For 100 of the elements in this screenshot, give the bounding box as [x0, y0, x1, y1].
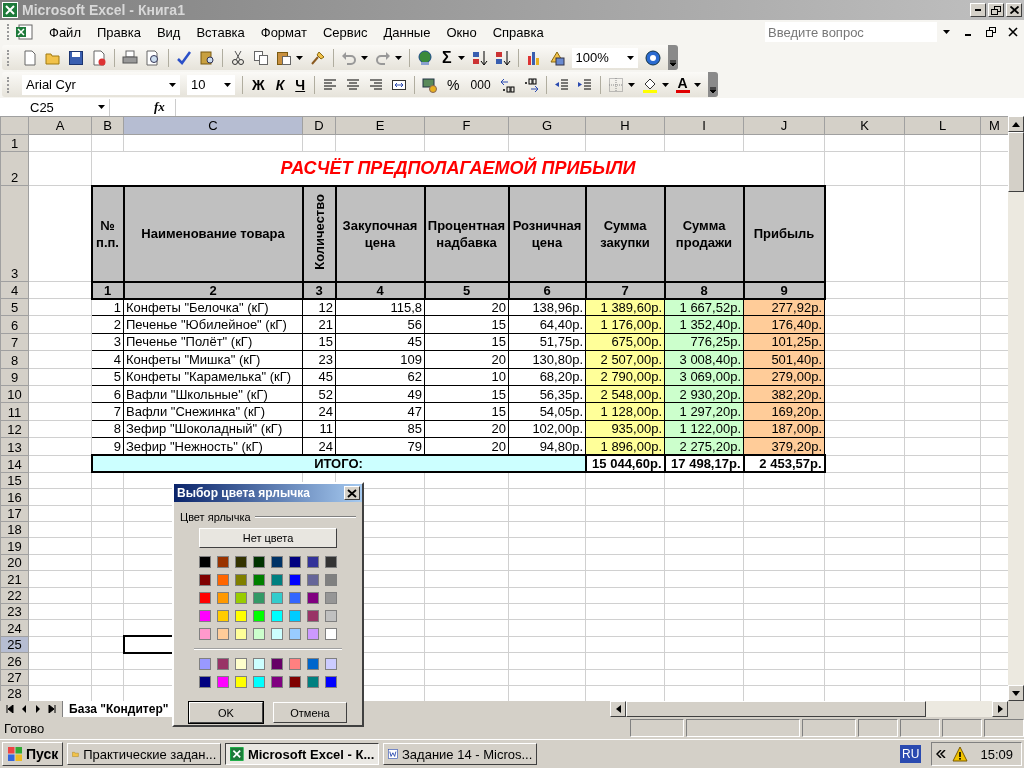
- color-swatch[interactable]: [307, 556, 319, 568]
- color-swatch[interactable]: [325, 592, 337, 604]
- color-swatch[interactable]: [307, 610, 319, 622]
- column-header[interactable]: E: [335, 116, 425, 135]
- menu-item[interactable]: Формат: [252, 24, 315, 40]
- color-swatch[interactable]: [199, 592, 211, 604]
- font-field[interactable]: Arial Cyr: [22, 74, 180, 95]
- caret-icon[interactable]: [361, 55, 368, 60]
- print-preview-icon[interactable]: [145, 49, 161, 66]
- color-swatch[interactable]: [307, 676, 319, 688]
- color-swatch[interactable]: [235, 592, 247, 604]
- close-button[interactable]: [1006, 3, 1022, 17]
- caret-icon[interactable]: [627, 82, 635, 87]
- color-swatch[interactable]: [199, 658, 211, 670]
- column-header[interactable]: F: [424, 116, 509, 135]
- help-search-field[interactable]: Введите вопрос: [765, 22, 937, 42]
- color-swatch[interactable]: [217, 556, 229, 568]
- horizontal-scrollbar[interactable]: [610, 701, 1008, 717]
- color-swatch[interactable]: [235, 556, 247, 568]
- ok-button[interactable]: OK: [189, 702, 263, 723]
- format-painter-icon[interactable]: [310, 49, 326, 66]
- color-swatch[interactable]: [253, 610, 265, 622]
- color-swatch[interactable]: [271, 658, 283, 670]
- caret-icon[interactable]: [296, 55, 303, 60]
- close-button[interactable]: [344, 486, 360, 500]
- color-swatch[interactable]: [199, 574, 211, 586]
- color-swatch[interactable]: [271, 610, 283, 622]
- caret-icon[interactable]: [693, 82, 701, 87]
- italic-button[interactable]: К: [273, 76, 287, 93]
- column-header[interactable]: D: [302, 116, 336, 135]
- color-swatch[interactable]: [253, 658, 265, 670]
- menu-item[interactable]: Вид: [148, 24, 189, 40]
- color-swatch[interactable]: [271, 556, 283, 568]
- previous-sheet-icon[interactable]: [20, 705, 28, 713]
- color-swatch[interactable]: [307, 628, 319, 640]
- taskbar-button[interactable]: Задание 14 - Micros...: [383, 743, 538, 765]
- toolbar-options-button[interactable]: [667, 45, 678, 70]
- color-swatch[interactable]: [235, 574, 247, 586]
- menu-item[interactable]: Справка: [484, 24, 552, 40]
- color-swatch[interactable]: [307, 574, 319, 586]
- color-swatch[interactable]: [289, 610, 301, 622]
- save-icon[interactable]: [68, 49, 84, 66]
- menu-item[interactable]: Данные: [375, 24, 439, 40]
- color-swatch[interactable]: [199, 556, 211, 568]
- color-swatch[interactable]: [199, 676, 211, 688]
- color-swatch[interactable]: [289, 574, 301, 586]
- column-header[interactable]: B: [91, 116, 124, 135]
- sort-ascending-icon[interactable]: [471, 49, 488, 66]
- fill-color-icon[interactable]: [641, 76, 658, 93]
- spelling-check-icon[interactable]: [176, 49, 192, 66]
- last-sheet-icon[interactable]: [48, 705, 56, 713]
- color-swatch[interactable]: [253, 628, 265, 640]
- column-header[interactable]: A: [28, 116, 92, 135]
- increase-decimal-icon[interactable]: [499, 76, 516, 93]
- caret-icon[interactable]: [943, 30, 950, 34]
- next-sheet-icon[interactable]: [34, 705, 42, 713]
- vertical-scrollbar[interactable]: [1008, 116, 1024, 701]
- align-right-icon[interactable]: [368, 76, 385, 93]
- zoom-field[interactable]: 100%: [571, 47, 638, 68]
- caret-icon[interactable]: [457, 55, 465, 60]
- minimize-button[interactable]: [970, 3, 986, 17]
- document-block-icon[interactable]: [91, 49, 107, 66]
- color-swatch[interactable]: [325, 556, 337, 568]
- color-swatch[interactable]: [289, 658, 301, 670]
- menu-item[interactable]: Файл: [41, 24, 89, 40]
- color-swatch[interactable]: [289, 628, 301, 640]
- column-header[interactable]: L: [904, 116, 981, 135]
- column-header[interactable]: C: [123, 116, 303, 135]
- book-magnifier-icon[interactable]: [199, 49, 215, 66]
- shapes-icon[interactable]: [548, 49, 565, 66]
- column-header[interactable]: H: [585, 116, 665, 135]
- scroll-thumb[interactable]: [626, 701, 926, 717]
- caret-icon[interactable]: [661, 82, 669, 87]
- decrease-indent-icon[interactable]: [553, 76, 570, 93]
- color-swatch[interactable]: [235, 676, 247, 688]
- printer-icon[interactable]: [122, 49, 138, 66]
- column-header[interactable]: J: [743, 116, 825, 135]
- percent-button[interactable]: %: [445, 76, 462, 93]
- color-swatch[interactable]: [235, 610, 247, 622]
- underline-button[interactable]: Ч: [293, 76, 308, 93]
- cancel-button[interactable]: Отмена: [273, 702, 347, 723]
- color-swatch[interactable]: [253, 556, 265, 568]
- color-swatch[interactable]: [253, 676, 265, 688]
- color-swatch[interactable]: [199, 610, 211, 622]
- insert-function-button[interactable]: fx: [154, 99, 165, 115]
- increase-indent-icon[interactable]: [576, 76, 593, 93]
- color-swatch[interactable]: [325, 658, 337, 670]
- taskbar-button[interactable]: Практические задан...: [67, 743, 222, 765]
- help-icon[interactable]: [644, 49, 661, 66]
- language-indicator[interactable]: RU: [900, 745, 922, 763]
- caret-icon[interactable]: [395, 55, 402, 60]
- color-swatch[interactable]: [271, 628, 283, 640]
- color-swatch[interactable]: [325, 628, 337, 640]
- bold-button[interactable]: Ж: [250, 76, 267, 93]
- color-swatch[interactable]: [271, 574, 283, 586]
- restore-icon[interactable]: [986, 27, 996, 37]
- column-header[interactable]: M: [980, 116, 1008, 135]
- start-button[interactable]: Пуск: [2, 742, 64, 766]
- color-swatch[interactable]: [217, 676, 229, 688]
- color-swatch[interactable]: [289, 556, 301, 568]
